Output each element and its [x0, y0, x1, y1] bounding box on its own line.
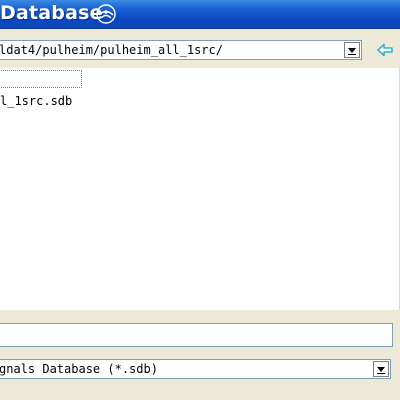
app-logo-icon — [94, 3, 118, 25]
list-item[interactable]: l_1src.sdb — [0, 94, 72, 108]
filetype-value: gnals Database (*.sdb) — [0, 362, 158, 376]
window-title: Database — [0, 2, 103, 24]
focus-rectangle — [0, 70, 82, 88]
filetype-select[interactable]: gnals Database (*.sdb) — [0, 359, 391, 379]
path-combo[interactable]: ldat4/pulheim/pulheim_all_1src/ — [0, 40, 362, 60]
chevron-down-icon[interactable] — [344, 42, 360, 58]
chevron-down-icon[interactable] — [373, 361, 389, 377]
title-bar: Database — [0, 0, 400, 29]
filename-input[interactable] — [0, 323, 393, 347]
back-button[interactable] — [374, 40, 396, 60]
back-arrow-icon — [377, 43, 393, 57]
path-value: ldat4/pulheim/pulheim_all_1src/ — [0, 43, 223, 57]
